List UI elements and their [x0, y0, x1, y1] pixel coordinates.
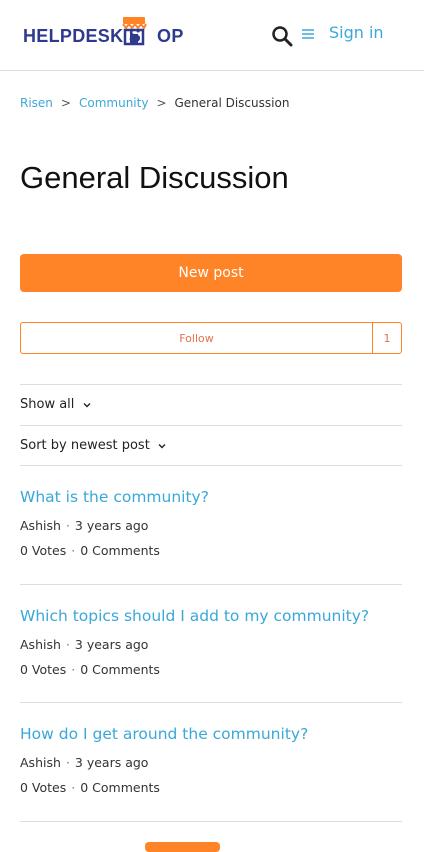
post-title-link[interactable]: What is the community? [20, 488, 402, 506]
divider [20, 702, 402, 703]
post-title-link[interactable]: Which topics should I add to my communit… [20, 607, 402, 625]
divider [20, 425, 402, 426]
shop-logo-icon [122, 17, 147, 46]
post-list-item: What is the community? Ashish · 3 years ag… [20, 488, 402, 558]
show-filter-dropdown[interactable]: Show all [20, 397, 91, 412]
page-title: General Discussion [20, 160, 289, 195]
breadcrumb-item-current: General Discussion [174, 96, 290, 110]
sort-dropdown[interactable]: Sort by newest post [20, 438, 166, 453]
follow-button[interactable]: Follow [21, 323, 372, 353]
post-comments: 0 Comments [80, 662, 160, 677]
breadcrumb: Risen > Community > General Discussion [20, 96, 289, 110]
post-meta: Ashish · 3 years ago [20, 518, 149, 533]
chevron-down-icon [158, 443, 166, 448]
site-header: HELPDESK S OP Sign in [0, 0, 424, 71]
new-post-button[interactable]: New post [20, 254, 402, 292]
post-time: 3 years ago [74, 637, 149, 652]
post-comments: 0 Comments [80, 543, 160, 558]
post-author: Ashish [20, 637, 61, 652]
breadcrumb-separator: > [60, 96, 71, 110]
follow-control: Follow 1 [20, 322, 402, 354]
sort-label: Sort by newest post [20, 438, 150, 453]
follower-count: 1 [372, 323, 401, 353]
pagination-button[interactable] [145, 842, 220, 852]
post-meta: Ashish · 3 years ago [20, 637, 149, 652]
show-filter-label: Show all [20, 397, 75, 412]
chevron-down-icon [83, 402, 91, 407]
post-list-item: Which topics should I add to my communit… [20, 607, 402, 677]
breadcrumb-item-community[interactable]: Community [79, 96, 148, 110]
divider [20, 465, 402, 466]
post-time: 3 years ago [74, 755, 149, 770]
divider [20, 821, 402, 822]
logo-text: HELPDESK S OP [23, 26, 184, 46]
search-icon[interactable] [271, 25, 293, 47]
post-list-item: How do I get around the community? Ashis… [20, 725, 402, 795]
post-author: Ashish [20, 755, 61, 770]
post-author: Ashish [20, 518, 61, 533]
post-votes: 0 Votes [20, 543, 67, 558]
post-stats: 0 Votes · 0 Comments [20, 543, 160, 558]
post-stats: 0 Votes · 0 Comments [20, 780, 160, 795]
helpdesk-shop-logo[interactable]: HELPDESK S OP [23, 15, 183, 55]
post-votes: 0 Votes [20, 780, 67, 795]
post-comments: 0 Comments [80, 780, 160, 795]
post-votes: 0 Votes [20, 662, 67, 677]
breadcrumb-separator: > [156, 96, 167, 110]
divider [20, 384, 402, 385]
menu-icon[interactable] [301, 27, 315, 41]
post-title-link[interactable]: How do I get around the community? [20, 725, 402, 743]
divider [20, 584, 402, 585]
post-time: 3 years ago [74, 518, 149, 533]
sign-in-link[interactable]: Sign in [329, 23, 384, 42]
post-meta: Ashish · 3 years ago [20, 755, 149, 770]
breadcrumb-item-risen[interactable]: Risen [20, 96, 53, 110]
post-stats: 0 Votes · 0 Comments [20, 662, 160, 677]
